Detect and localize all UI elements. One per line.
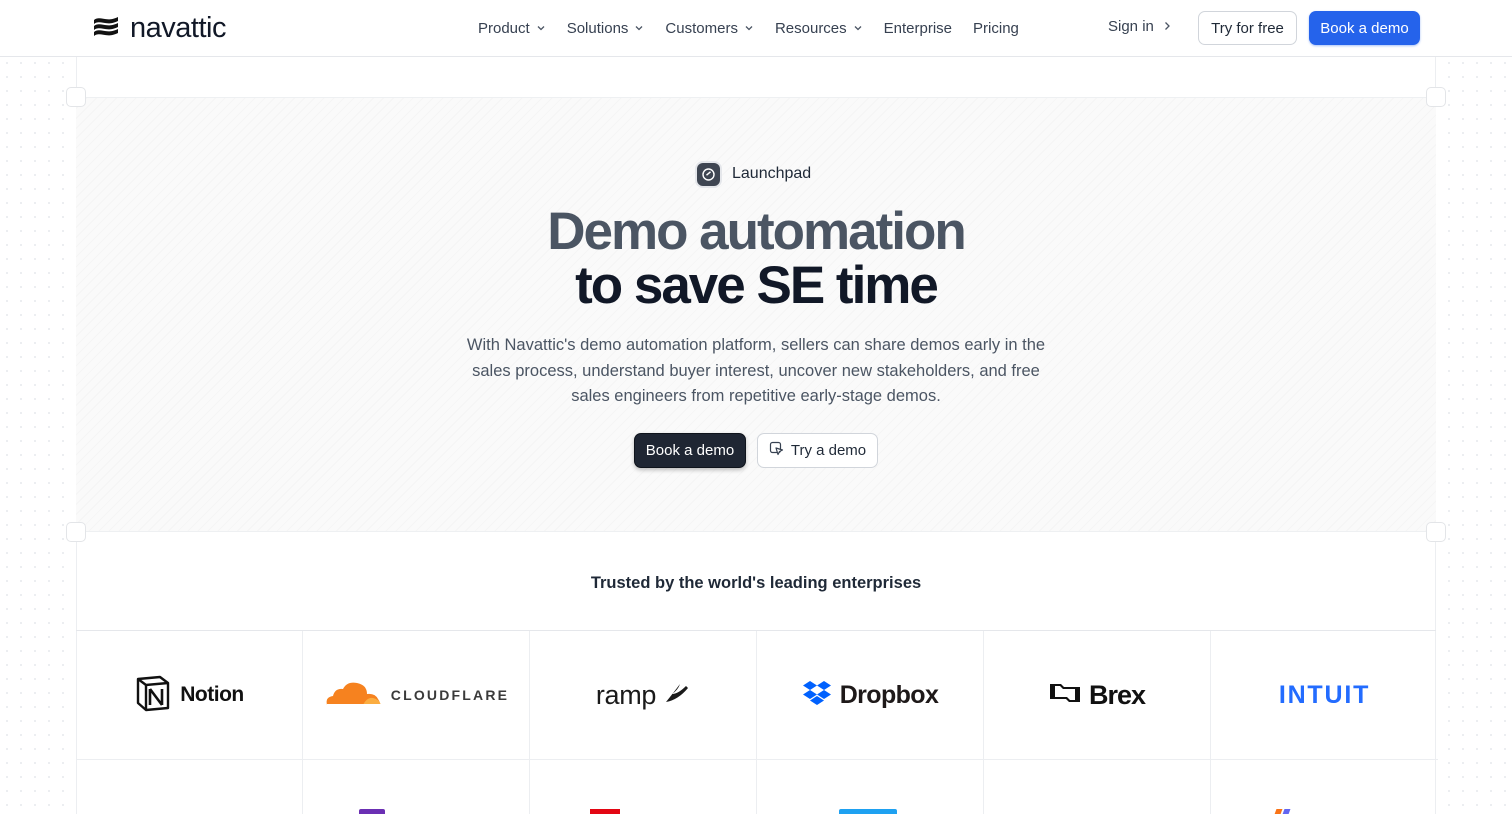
nav-item-product[interactable]: Product <box>478 20 546 37</box>
sign-in-link[interactable]: Sign in <box>1108 18 1172 35</box>
try-demo-label: Try a demo <box>790 442 867 459</box>
logo-ramp: ramp <box>530 631 757 760</box>
nav-item-label: Enterprise <box>883 19 953 37</box>
logo-cell-row2 <box>984 760 1211 814</box>
logo-cell-row2 <box>76 760 303 814</box>
badge-label: Launchpad <box>732 165 812 182</box>
main-nav: Product Solutions Customers Resources En… <box>478 0 1040 56</box>
logo-cell-row2 <box>303 760 530 814</box>
logo-brex: Brex <box>984 631 1211 760</box>
logo-wordmark: ramp <box>595 679 657 710</box>
nav-item-label: Resources <box>774 19 847 37</box>
notion-logo-icon <box>134 674 172 717</box>
hero-subcopy: With Navattic's demo automation platform… <box>466 336 1046 405</box>
logo-wordmark: INTUIT <box>1278 680 1371 709</box>
headline-line-1: Demo automation <box>547 202 967 261</box>
book-demo-header-button[interactable]: Book a demo <box>1309 11 1420 45</box>
launchpad-icon <box>697 162 720 186</box>
chevron-down-icon <box>536 23 546 33</box>
frame-corner-handle <box>1426 522 1446 542</box>
chevron-down-icon <box>744 23 754 33</box>
site-header: navattic Product Solutions Customers Res… <box>0 0 1512 57</box>
logo-wordmark: Notion <box>180 683 244 706</box>
sign-in-label: Sign in <box>1108 18 1154 35</box>
logo-cloudflare: CLOUDFLARE <box>303 631 530 760</box>
dropbox-logo-icon <box>802 680 832 711</box>
nav-item-customers[interactable]: Customers <box>665 20 754 37</box>
logo-cell-row2 <box>530 760 757 814</box>
chevron-down-icon <box>634 23 644 33</box>
partial-logo-mark <box>1281 809 1291 814</box>
trusted-heading: Trusted by the world's leading enterpris… <box>590 574 922 592</box>
try-demo-button[interactable]: Try a demo <box>757 433 878 468</box>
nav-item-solutions[interactable]: Solutions <box>567 20 645 37</box>
ramp-logo-icon <box>664 682 690 709</box>
chevron-right-icon <box>1162 18 1172 35</box>
logo-notion: Notion <box>76 631 303 760</box>
partial-logo-mark <box>359 809 385 814</box>
cloudflare-logo-icon <box>323 679 383 712</box>
navattic-logo-icon <box>92 14 120 43</box>
logo-wordmark: Dropbox <box>839 680 939 709</box>
frame-corner-handle <box>66 522 86 542</box>
launchpad-badge: Launchpad <box>697 162 811 186</box>
nav-item-enterprise[interactable]: Enterprise <box>884 20 952 37</box>
nav-item-resources[interactable]: Resources <box>775 20 863 37</box>
brand-name: navattic <box>130 11 226 44</box>
nav-item-label: Pricing <box>973 19 1019 37</box>
nav-item-label: Solutions <box>566 19 629 37</box>
logo-cell-row2 <box>757 760 984 814</box>
partial-logo-mark <box>590 809 620 814</box>
partial-logo-mark <box>839 809 897 814</box>
chevron-down-icon <box>853 23 863 33</box>
nav-item-pricing[interactable]: Pricing <box>973 20 1019 37</box>
nav-item-label: Customers <box>665 19 738 37</box>
logo-intuit: INTUIT <box>1211 631 1438 760</box>
try-for-free-button[interactable]: Try for free <box>1198 11 1297 45</box>
logo-cell-row2 <box>1211 760 1438 814</box>
frame-corner-handle <box>1426 87 1446 107</box>
cursor-click-icon <box>769 441 784 460</box>
logo-wordmark: CLOUDFLARE <box>390 687 510 703</box>
customer-logos-grid: Notion CLOUDFLARE ramp Dropbox Brex INTU… <box>76 630 1438 814</box>
headline-line-2: to save SE time <box>575 256 939 315</box>
hero-headline: Demo automation to save SE time <box>406 205 1106 313</box>
logo-wordmark: Brex <box>1088 679 1146 710</box>
partial-logo-mark <box>1273 809 1283 814</box>
logo-dropbox: Dropbox <box>757 631 984 760</box>
book-demo-hero-button[interactable]: Book a demo <box>634 433 746 468</box>
brand-logo[interactable]: navattic <box>92 11 226 45</box>
frame-corner-handle <box>66 87 86 107</box>
nav-item-label: Product <box>478 19 530 37</box>
brex-logo-icon <box>1049 681 1081 710</box>
